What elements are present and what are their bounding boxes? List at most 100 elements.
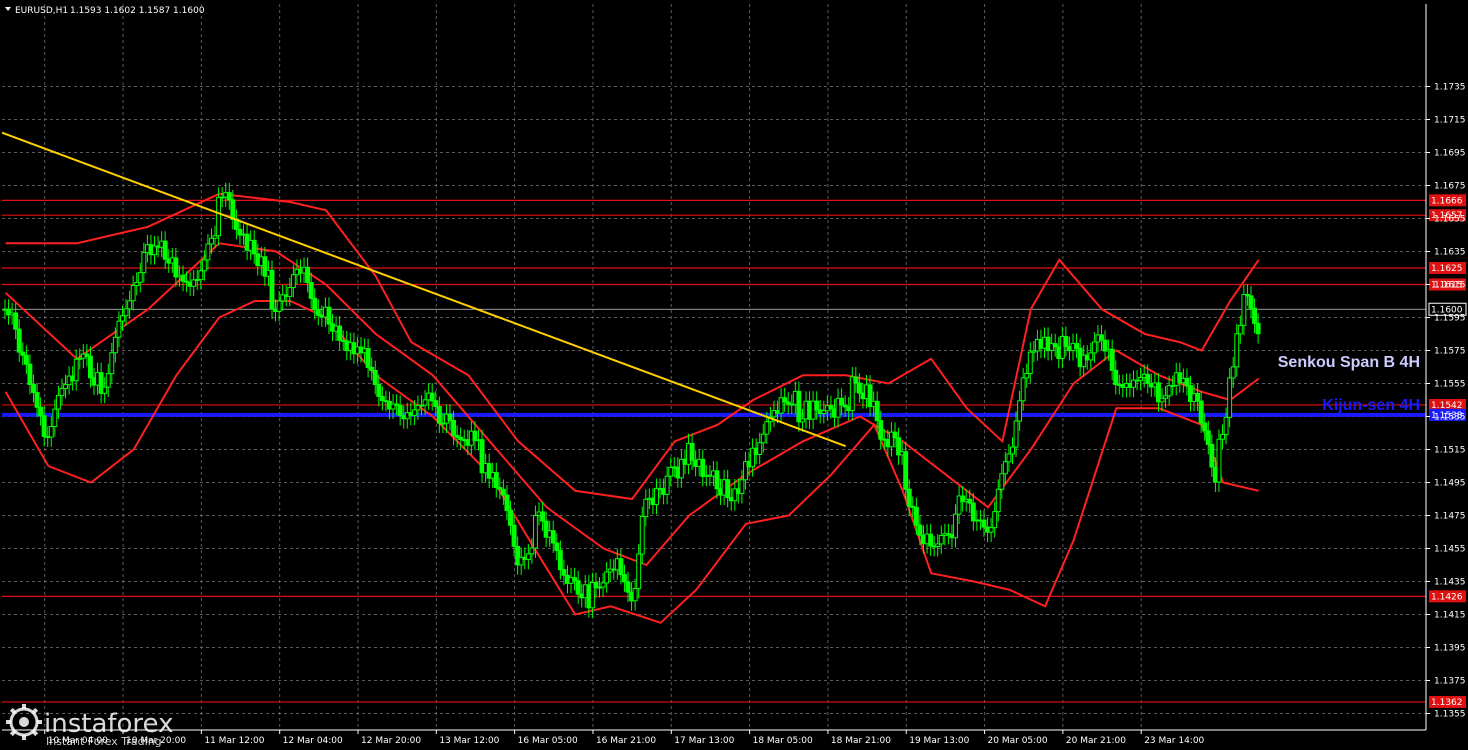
candle-body xyxy=(760,433,766,444)
candle-body xyxy=(379,395,385,402)
time-tick-label: 12 Mar 20:00 xyxy=(361,736,421,746)
candle-body xyxy=(995,488,1001,513)
price-tick-label: 1.1495 xyxy=(1434,479,1466,489)
candle-body xyxy=(550,530,556,544)
candle-body xyxy=(109,352,115,375)
candle-body xyxy=(276,300,282,312)
candle-body xyxy=(874,400,880,422)
candle-body xyxy=(913,506,919,526)
candle-body xyxy=(938,534,944,545)
level-tag-label: 1.1666 xyxy=(1431,196,1463,206)
candle-body xyxy=(554,542,560,551)
price-tick-label: 1.1475 xyxy=(1434,512,1466,522)
candle-body xyxy=(575,580,581,595)
price-tick-label: 1.1435 xyxy=(1434,578,1466,588)
candle-body xyxy=(429,392,435,402)
candle-body xyxy=(397,404,403,417)
candle-body xyxy=(1202,422,1208,432)
candle-body xyxy=(525,553,531,560)
candle-body xyxy=(472,430,478,441)
time-tick-label: 17 Mar 13:00 xyxy=(674,736,734,746)
candle-body xyxy=(27,363,33,386)
candle-body xyxy=(162,240,168,260)
candle-body xyxy=(451,419,457,436)
candle-body xyxy=(903,451,909,490)
candle-body xyxy=(87,355,93,379)
candle-body xyxy=(1227,377,1233,418)
candle-body xyxy=(839,397,845,406)
candle-body xyxy=(226,192,232,201)
candle-body xyxy=(52,408,58,428)
candle-body xyxy=(447,413,453,421)
price-tick-label: 1.1695 xyxy=(1434,149,1466,159)
candle-body xyxy=(433,400,439,407)
candle-body xyxy=(1198,400,1204,424)
candle-body xyxy=(436,405,442,424)
candle-body xyxy=(315,309,321,316)
candle-body xyxy=(365,348,371,368)
candle-body xyxy=(1195,392,1201,402)
candle-body xyxy=(290,274,296,289)
time-tick-label: 16 Mar 05:00 xyxy=(518,736,578,746)
candle-body xyxy=(1223,416,1229,435)
time-tick-label: 19 Mar 13:00 xyxy=(909,736,969,746)
candle-body xyxy=(856,382,862,394)
candle-body xyxy=(411,409,417,416)
candle-body xyxy=(1027,351,1033,375)
level-tag-label: 1.1426 xyxy=(1431,592,1463,602)
candle-body xyxy=(540,511,546,522)
price-chart[interactable]: 1.16661.16571.16251.16151.15421.14261.13… xyxy=(0,0,1468,750)
candle-body xyxy=(112,336,118,354)
price-tick-label: 1.1535 xyxy=(1434,413,1466,423)
candle-body xyxy=(1209,443,1215,468)
candle-body xyxy=(326,306,332,325)
price-tick-label: 1.1515 xyxy=(1434,446,1466,456)
candle-body xyxy=(201,259,207,272)
candle-body xyxy=(31,384,36,394)
candle-body xyxy=(689,443,695,461)
candle-body xyxy=(1063,336,1069,347)
candle-body xyxy=(269,269,275,310)
candle-body xyxy=(59,388,65,397)
candle-body xyxy=(1074,343,1080,349)
candle-body xyxy=(1145,373,1151,384)
candle-body xyxy=(643,498,649,517)
candle-body xyxy=(1166,385,1172,397)
candle-body xyxy=(600,582,606,588)
candle-body xyxy=(1002,461,1008,475)
candle-body xyxy=(561,569,567,576)
candle-body xyxy=(654,487,659,505)
candle-body xyxy=(63,384,68,390)
candle-body xyxy=(38,406,44,417)
price-tick-label: 1.1555 xyxy=(1434,380,1466,390)
senkou-span-b-label: Senkou Span B 4H xyxy=(1278,354,1420,371)
price-tick-label: 1.1395 xyxy=(1434,644,1466,654)
candle-body xyxy=(664,475,670,495)
candle-body xyxy=(814,400,820,411)
candle-body xyxy=(216,196,222,237)
time-tick-label: 16 Mar 21:00 xyxy=(596,736,656,746)
candle-body xyxy=(120,315,125,322)
candle-body xyxy=(1159,397,1165,403)
price-tick-label: 1.1715 xyxy=(1434,116,1466,126)
candle-body xyxy=(1184,377,1190,387)
candle-body xyxy=(209,237,214,245)
candle-body xyxy=(967,498,973,504)
candle-body xyxy=(764,421,770,435)
candle-body xyxy=(625,581,631,593)
price-tick-label: 1.1575 xyxy=(1434,347,1466,357)
candle-body xyxy=(1010,446,1015,455)
candle-body xyxy=(988,527,994,533)
candle-body xyxy=(782,397,788,403)
candle-body xyxy=(312,297,318,311)
candle-body xyxy=(1091,341,1097,354)
candle-body xyxy=(137,272,143,283)
kijun-sen-label: Kijun-sen 4H xyxy=(1322,397,1420,414)
candle-body xyxy=(757,442,763,455)
price-tick-label: 1.1615 xyxy=(1434,281,1466,291)
candle-body xyxy=(853,376,859,384)
candle-body xyxy=(308,281,314,299)
candle-body xyxy=(999,473,1005,490)
candle-body xyxy=(504,494,510,511)
candle-body xyxy=(127,300,133,310)
